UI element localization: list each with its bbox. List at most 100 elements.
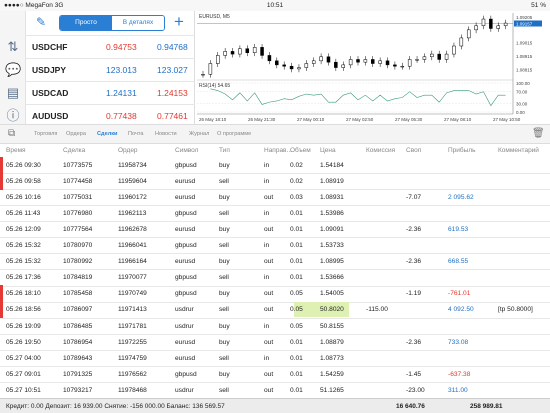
- candle: [407, 59, 412, 67]
- rsi-level: 70.00: [516, 90, 528, 95]
- tab-2[interactable]: Сделки: [97, 131, 118, 137]
- col-deal[interactable]: Сделка: [63, 147, 85, 154]
- account-summary: Кредит: 0.00 Депозит: 16 939.00 Снятие: …: [0, 398, 550, 413]
- table-row[interactable]: 05.26 19:09 10786485 11971781 usdrur buy in 0.…: [0, 318, 550, 335]
- row-marker: [0, 285, 3, 303]
- col-swap[interactable]: Своп: [406, 147, 421, 154]
- quote-row[interactable]: USDJPY 123.013 123.027: [26, 58, 195, 81]
- pencil-icon[interactable]: ✎: [36, 15, 46, 29]
- cell-vol: 0.02: [290, 178, 303, 186]
- cell-type: buy: [219, 322, 230, 330]
- chart-panel[interactable]: EURUSD, M5 RSI(14) 54.65 1.09205 1.09157 1.0…: [195, 11, 550, 124]
- col-profit[interactable]: Прибыль: [448, 147, 476, 154]
- table-row[interactable]: 05.26 11:43 10776980 11962113 gbpusd sell in 0…: [0, 205, 550, 223]
- cell-dir: in: [264, 162, 270, 169]
- quotes-icon[interactable]: ⇅: [5, 39, 21, 55]
- table-row[interactable]: 05.27 10:51 10793217 11978468 usdrur sell out…: [0, 382, 550, 399]
- table-row[interactable]: 05.26 18:56 10786097 11971413 usdrur sell out…: [0, 301, 550, 319]
- time-label: 27 May 02:50: [346, 117, 374, 122]
- cell-type: buy: [219, 338, 230, 346]
- document-icon[interactable]: ▤: [5, 85, 21, 101]
- cell-symbol: eurusd: [175, 258, 196, 266]
- cell-type: buy: [219, 162, 230, 169]
- tab-simple[interactable]: Просто: [60, 16, 112, 30]
- cell-time: 05.27 10:51: [6, 386, 41, 394]
- tab-6[interactable]: О программе: [217, 131, 251, 137]
- cell-time: 05.26 18:56: [6, 306, 41, 314]
- quote-ask[interactable]: 0.94768: [157, 42, 188, 52]
- cell-symbol: eurusd: [175, 194, 196, 202]
- cell-order: 11962113: [118, 210, 147, 218]
- cell-profit: -761.01: [448, 290, 471, 298]
- view-mode-toggle[interactable]: Просто В деталях: [59, 15, 165, 31]
- quote-ask[interactable]: 0.77461: [157, 111, 188, 121]
- candle: [245, 48, 250, 53]
- quote-bid[interactable]: 1.24131: [106, 88, 137, 98]
- table-row[interactable]: 05.26 15:32 10780992 11966164 eurusd buy out 0…: [0, 253, 550, 271]
- table-row[interactable]: 05.26 10:16 10775031 11960172 eurusd buy out 0…: [0, 189, 550, 207]
- cell-order: 11970077: [118, 274, 147, 282]
- tab-1[interactable]: Ордера: [66, 131, 86, 137]
- col-volume[interactable]: Объем: [290, 147, 311, 154]
- cell-vol: 0.02: [290, 162, 303, 169]
- col-symbol[interactable]: Символ: [175, 147, 198, 154]
- info-icon[interactable]: ⓘ: [5, 108, 21, 124]
- table-row[interactable]: 05.26 17:36 10784819 11970077 gbpusd sell in 0…: [0, 269, 550, 287]
- trash-icon[interactable]: 🗑: [532, 128, 545, 139]
- quote-symbol: USDCAD: [32, 88, 69, 98]
- cell-symbol: gbpusd: [175, 242, 197, 250]
- quote-bid[interactable]: 0.77438: [106, 111, 137, 121]
- table-row[interactable]: 05.27 04:00 10789643 11974759 eurusd sell in 0…: [0, 350, 550, 367]
- candle: [459, 37, 464, 47]
- cell-symbol: gbpusd: [175, 274, 197, 282]
- cell-symbol: eurusd: [175, 178, 196, 186]
- table-row[interactable]: 05.26 19:50 10786954 11972255 eurusd buy out 0…: [0, 334, 550, 351]
- col-direction[interactable]: Направ...: [264, 147, 292, 154]
- chat-icon[interactable]: 💬: [5, 62, 21, 78]
- cell-price: 50.8020: [320, 306, 344, 314]
- quote-ask[interactable]: 123.027: [157, 65, 188, 75]
- cell-time: 05.26 18:10: [6, 290, 41, 298]
- table-row[interactable]: 05.26 12:09 10777564 11962678 eurusd buy out 0…: [0, 221, 550, 239]
- cell-dir: out: [264, 386, 274, 394]
- cell-deal: 10786954: [63, 338, 93, 346]
- table-row[interactable]: 05.27 09:01 10791325 11976562 gbpusd buy out 0…: [0, 366, 550, 383]
- quote-row[interactable]: USDCAD 1.24131 1.24153: [26, 81, 195, 104]
- cell-dir: in: [264, 274, 270, 282]
- col-price[interactable]: Цена: [320, 147, 336, 154]
- cell-price: 1.54184: [320, 162, 344, 169]
- table-row[interactable]: 05.26 18:10 10785458 11970749 gbpusd buy out 0…: [0, 285, 550, 303]
- cell-order: 11971781: [118, 322, 147, 330]
- rsi-level: 0.00: [516, 110, 525, 115]
- quote-row[interactable]: USDCHF 0.94753 0.94768: [26, 35, 195, 58]
- tab-4[interactable]: Новости: [155, 131, 177, 137]
- cell-order: 11966041: [118, 242, 147, 250]
- col-time[interactable]: Время: [6, 147, 26, 154]
- quote-bid[interactable]: 0.94753: [106, 42, 137, 52]
- col-commission[interactable]: Комиссия: [366, 147, 395, 154]
- tab-3[interactable]: Почта: [128, 131, 144, 137]
- col-comment[interactable]: Комментарий: [498, 147, 539, 154]
- cell-vol: 0.01: [290, 370, 303, 378]
- tab-5[interactable]: Журнал: [189, 131, 209, 137]
- col-order[interactable]: Ордер: [118, 147, 138, 154]
- table-row[interactable]: 05.26 09:58 10774458 11959604 eurusd sell in 0…: [0, 173, 550, 191]
- cell-type: sell: [219, 386, 229, 394]
- quote-ask[interactable]: 1.24153: [157, 88, 188, 98]
- tab-details[interactable]: В деталях: [112, 16, 164, 30]
- price-chart[interactable]: EURUSD, M5 RSI(14) 54.65 1.092051.09157 1.0…: [195, 11, 550, 124]
- candle: [216, 55, 220, 64]
- candle: [267, 55, 272, 62]
- tab-0[interactable]: Торговля: [34, 131, 57, 137]
- rsi-level: 30.00: [516, 101, 528, 106]
- table-row[interactable]: 05.26 15:32 10780970 11966041 gbpusd sell in 0…: [0, 237, 550, 255]
- table-row[interactable]: 05.26 09:30 10773575 11958734 gbpusd buy in 0.…: [0, 157, 550, 175]
- col-type[interactable]: Тип: [219, 147, 230, 154]
- quote-bid[interactable]: 123.013: [106, 65, 137, 75]
- cell-deal: 10780970: [63, 242, 93, 250]
- copy-icon[interactable]: ⧉: [8, 128, 15, 139]
- plus-icon[interactable]: +: [174, 12, 184, 32]
- time-label: 27 May 00:10: [297, 117, 325, 122]
- cell-price: 1.54005: [320, 290, 344, 298]
- cell-type: buy: [219, 370, 230, 378]
